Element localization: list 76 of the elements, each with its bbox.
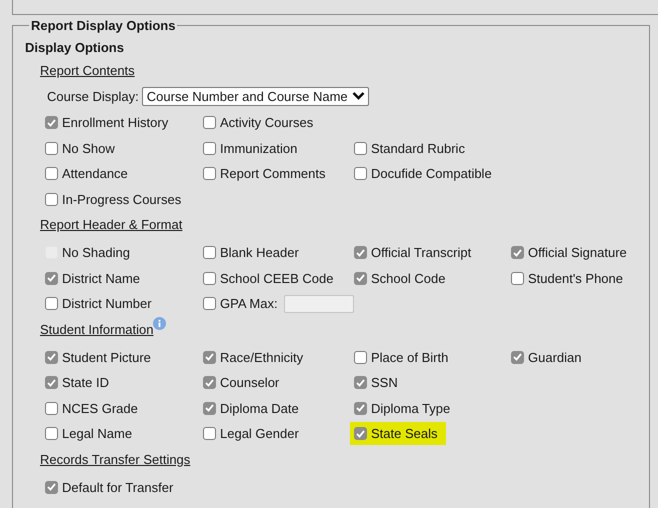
checkbox-label: Guardian <box>528 350 582 365</box>
checkbox[interactable] <box>45 192 58 206</box>
section-title: Report Contents <box>40 62 135 80</box>
checkbox[interactable] <box>45 480 58 494</box>
checkbox-label: State ID <box>62 375 109 390</box>
checkbox[interactable] <box>511 246 524 260</box>
checkbox[interactable] <box>45 272 58 285</box>
checkbox[interactable] <box>354 272 367 285</box>
checkbox-label: Official Signature <box>528 245 627 260</box>
checkbox[interactable] <box>45 297 58 310</box>
checkbox[interactable] <box>203 167 216 180</box>
checkbox[interactable] <box>203 116 216 130</box>
checkbox-label: Docufide Compatible <box>371 166 492 182</box>
checkbox[interactable] <box>354 350 367 364</box>
checkbox[interactable] <box>203 402 216 415</box>
checkbox-label: No Show <box>62 140 115 156</box>
checkbox[interactable] <box>45 142 58 155</box>
checkbox-label: School CEEB Code <box>220 270 334 286</box>
checkbox[interactable] <box>203 142 216 155</box>
checkbox-label: Activity Courses <box>220 115 314 130</box>
checkbox[interactable] <box>203 350 216 364</box>
checkbox[interactable] <box>354 167 367 180</box>
checkbox-label: GPA Max: <box>220 296 278 312</box>
checkbox-label: Place of Birth <box>371 350 448 365</box>
checkbox[interactable] <box>203 297 216 310</box>
section-title: Report Header & Format <box>40 216 182 234</box>
checkbox-label: Standard Rubric <box>371 140 465 156</box>
checkbox[interactable] <box>45 376 58 390</box>
checkbox-label: Student's Phone <box>528 270 623 286</box>
checkbox-label: School Code <box>371 270 446 286</box>
checkbox-label: Diploma Type <box>371 400 450 416</box>
checkbox-label: Immunization <box>220 140 298 156</box>
checkbox[interactable] <box>354 142 367 155</box>
checkbox[interactable] <box>354 402 367 415</box>
checkbox-label: Blank Header <box>220 245 299 260</box>
checkbox[interactable] <box>45 116 58 130</box>
checkbox-label: State Seals <box>371 426 438 442</box>
checkbox-label: Official Transcript <box>371 245 472 260</box>
checkbox-label: Diploma Date <box>220 400 299 416</box>
panel-heading: Display Options <box>25 40 125 55</box>
checkbox[interactable] <box>203 246 216 260</box>
checkbox[interactable] <box>45 427 58 440</box>
checkbox[interactable] <box>45 167 58 180</box>
chevron-down-icon <box>352 91 365 101</box>
checkbox[interactable] <box>354 427 367 440</box>
checkbox-label: Legal Gender <box>220 426 299 442</box>
checkbox[interactable] <box>203 376 216 390</box>
checkbox-label: In-Progress Courses <box>62 192 182 207</box>
checkbox[interactable] <box>354 246 367 260</box>
section-title: Student Information <box>40 320 154 338</box>
checkbox-label: Race/Ethnicity <box>220 350 304 365</box>
checkbox[interactable] <box>45 402 58 415</box>
checkbox-label: Default for Transfer <box>62 480 174 495</box>
checkbox-label: SSN <box>371 375 398 390</box>
checkbox[interactable] <box>354 376 367 390</box>
checkbox-label: District Name <box>62 270 140 286</box>
checkbox-label: Counselor <box>220 375 280 390</box>
checkbox[interactable] <box>203 272 216 285</box>
checkbox-label: Report Comments <box>220 166 326 182</box>
select-label: Course Display: <box>47 88 139 104</box>
checkbox[interactable] <box>203 427 216 440</box>
checkbox-label: Enrollment History <box>62 115 168 130</box>
checkbox[interactable] <box>45 350 58 364</box>
panel-legend: Report Display Options <box>29 18 178 33</box>
checkbox-label: District Number <box>62 296 152 312</box>
section-title: Records Transfer Settings <box>40 450 190 468</box>
input-field[interactable] <box>284 294 354 313</box>
checkbox-label: No Shading <box>62 245 130 260</box>
checkbox-label: Student Picture <box>62 350 151 365</box>
course-display-select[interactable]: Course Number and Course Name <box>142 86 369 106</box>
checkbox-label: Legal Name <box>62 426 132 442</box>
checkbox-label: NCES Grade <box>62 400 138 416</box>
checkbox[interactable] <box>511 350 524 364</box>
info-icon[interactable] <box>153 316 166 330</box>
checkbox-label: Attendance <box>62 166 128 182</box>
checkbox[interactable] <box>511 272 524 285</box>
